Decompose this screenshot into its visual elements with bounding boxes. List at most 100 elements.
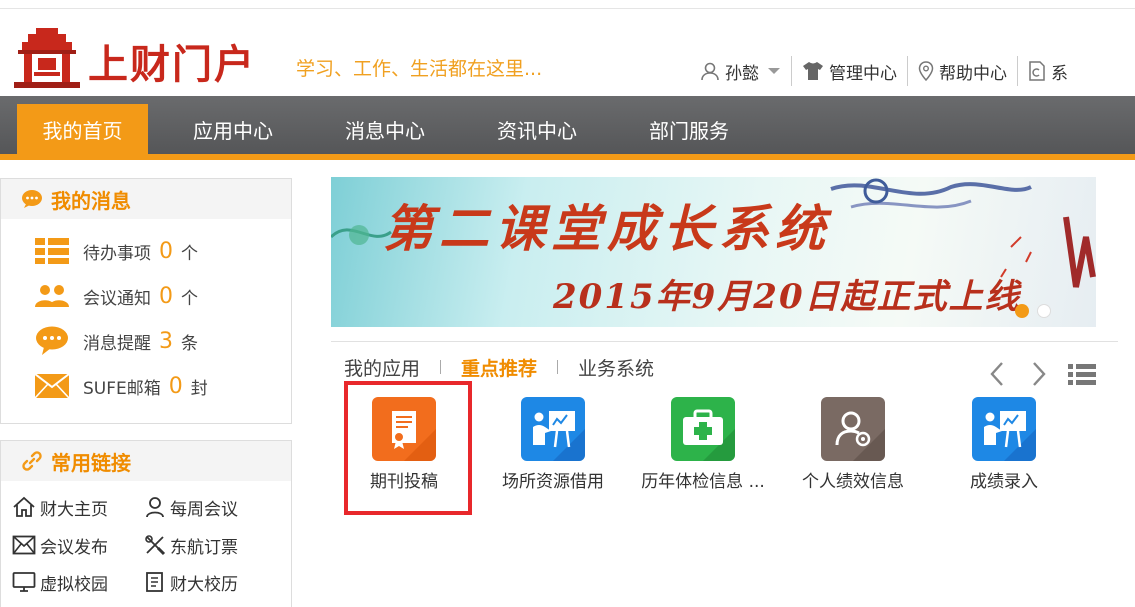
my-messages-header: 我的消息 <box>1 179 291 219</box>
todo-label: 待办事项 <box>83 243 151 264</box>
banner-subtitle: 2015年9月20日起正式上线 <box>553 277 1021 317</box>
presentation-icon <box>972 397 1036 461</box>
link-flight-booking-label: 东航订票 <box>170 537 238 558</box>
meeting-notice-unit: 个 <box>181 288 198 309</box>
users-icon <box>35 285 69 307</box>
medical-kit-icon <box>671 397 735 461</box>
tab-featured[interactable]: 重点推荐 <box>461 354 537 381</box>
todo-row[interactable]: 待办事项 0 个 <box>34 236 198 266</box>
app-tabs: 我的应用 重点推荐 业务系统 <box>344 352 654 382</box>
nav-item-messages[interactable]: 消息中心 <box>322 104 448 154</box>
user-settings-icon-graphic <box>835 411 885 461</box>
monitor-icon <box>12 572 36 592</box>
top-divider <box>0 8 1135 9</box>
email-row[interactable]: SUFE邮箱 0 封 <box>34 371 208 401</box>
section-divider <box>331 341 1118 342</box>
shirt-icon <box>803 62 823 80</box>
reminder-label: 消息提醒 <box>83 333 151 354</box>
link-meeting-publish[interactable]: 会议发布 <box>12 532 108 558</box>
presentation-icon-graphic <box>533 411 585 461</box>
home-icon <box>13 496 35 517</box>
document-icon <box>1029 61 1045 81</box>
common-links-header: 常用链接 <box>1 441 291 481</box>
list-view-icon[interactable] <box>1068 362 1096 386</box>
reminder-row-icon-slot <box>34 326 70 356</box>
link-icon <box>22 451 42 471</box>
tab-business-systems[interactable]: 业务系统 <box>578 354 654 381</box>
app-grade-entry[interactable]: 成绩录入 <box>929 397 1079 497</box>
link-virtual-campus[interactable]: 虚拟校园 <box>12 569 108 595</box>
email-row-icon-slot <box>34 374 70 398</box>
link-weekly-meeting-label: 每周会议 <box>170 499 238 520</box>
common-links-title: 常用链接 <box>51 450 131 475</box>
reminder-unit: 条 <box>181 333 198 354</box>
email-unit: 封 <box>190 378 208 399</box>
tab-separator <box>440 360 442 374</box>
help-center-label: 帮助中心 <box>939 63 1007 84</box>
email-count: 0 <box>168 373 183 399</box>
link-school-calendar-label: 财大校历 <box>170 574 238 595</box>
tab-separator <box>557 360 559 374</box>
location-pin-icon <box>918 61 934 81</box>
app-health-records[interactable]: 历年体检信息 ... <box>628 397 778 497</box>
book-icon <box>146 572 163 592</box>
carousel-dot[interactable] <box>1037 304 1051 318</box>
link-sufe-home-label: 财大主页 <box>40 499 108 520</box>
nav-item-apps[interactable]: 应用中心 <box>170 104 296 154</box>
meeting-notice-row[interactable]: 会议通知 0 个 <box>34 281 198 311</box>
medical-kit-icon-graphic <box>683 409 735 461</box>
presentation-icon <box>521 397 585 461</box>
site-logo[interactable]: 上财门户 <box>14 28 284 90</box>
link-weekly-meeting[interactable]: 每周会议 <box>144 494 238 520</box>
chat-bubble-icon <box>22 190 42 208</box>
logo-text: 上财门户 <box>88 41 256 88</box>
todo-row-icon-slot <box>34 238 70 264</box>
selection-highlight <box>344 381 472 515</box>
user-name: 孙懿 <box>725 63 759 84</box>
carousel-dot[interactable] <box>1015 304 1029 318</box>
app-venue-booking[interactable]: 场所资源借用 <box>478 397 628 497</box>
meeting-notice-row-icon-slot <box>34 284 70 308</box>
list-icon <box>35 238 69 264</box>
meeting-notice-label: 会议通知 <box>83 288 151 309</box>
mail-icon <box>12 535 36 555</box>
todo-count: 0 <box>159 238 173 264</box>
my-messages-title: 我的消息 <box>51 188 131 213</box>
nav-item-home[interactable]: 我的首页 <box>17 104 148 154</box>
presentation-icon-graphic <box>984 411 1036 461</box>
user-menu[interactable]: 孙懿 <box>690 55 791 87</box>
user-toolbar: 孙懿 管理中心 帮助中心 系 <box>690 55 1068 87</box>
todo-unit: 个 <box>181 243 198 264</box>
meeting-notice-count: 0 <box>159 283 173 309</box>
reminder-row[interactable]: 消息提醒 3 条 <box>34 326 198 356</box>
banner-title: 第二课堂成长系统 <box>383 199 831 258</box>
admin-center-link[interactable]: 管理中心 <box>792 55 907 87</box>
slogan: 学习、工作、生活都在这里... <box>296 58 543 80</box>
link-virtual-campus-label: 虚拟校园 <box>40 574 108 595</box>
link-sufe-home[interactable]: 财大主页 <box>12 494 108 520</box>
email-label: SUFE邮箱 <box>83 378 161 399</box>
app-label: 个人绩效信息 <box>802 472 904 492</box>
logo-building-icon <box>14 28 80 88</box>
chevron-left-icon[interactable] <box>988 360 1006 388</box>
chevron-right-icon[interactable] <box>1030 360 1048 388</box>
app-label: 历年体检信息 ... <box>641 472 765 492</box>
app-label: 成绩录入 <box>970 472 1038 492</box>
tab-my-apps[interactable]: 我的应用 <box>344 354 420 381</box>
app-performance-info[interactable]: 个人绩效信息 <box>778 397 928 497</box>
help-center-link[interactable]: 帮助中心 <box>908 55 1017 87</box>
tools-icon <box>145 535 166 556</box>
user-settings-icon <box>821 397 885 461</box>
system-link[interactable]: 系 <box>1018 55 1068 87</box>
link-school-calendar[interactable]: 财大校历 <box>144 569 238 595</box>
promo-banner[interactable]: 第二课堂成长系统 2015年9月20日起正式上线 <box>331 177 1096 327</box>
link-flight-booking[interactable]: 东航订票 <box>144 532 238 558</box>
nav-item-news[interactable]: 资讯中心 <box>474 104 600 154</box>
user-icon <box>701 62 719 81</box>
system-label: 系 <box>1051 63 1068 84</box>
nav-accent-bar <box>0 154 1135 160</box>
nav-item-departments[interactable]: 部门服务 <box>626 104 752 154</box>
chevron-down-icon <box>768 68 780 74</box>
admin-center-label: 管理中心 <box>829 63 897 84</box>
app-label: 场所资源借用 <box>502 472 604 492</box>
